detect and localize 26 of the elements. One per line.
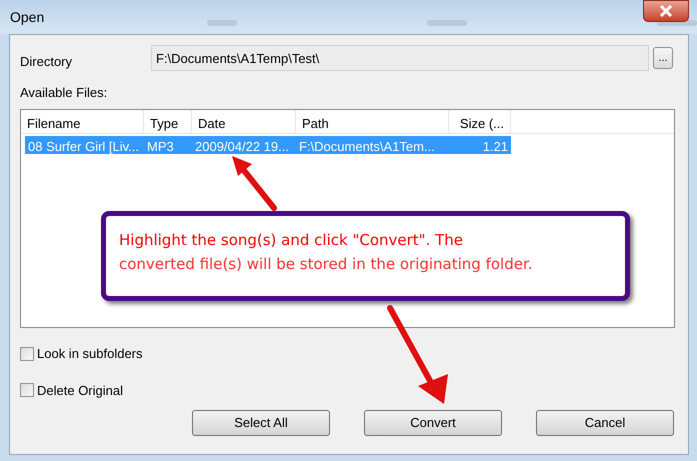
- files-label: Available Files:: [20, 84, 108, 101]
- window-title: Open: [10, 8, 46, 27]
- annotation-text: Highlight the song(s) and click "Convert". The: [119, 230, 464, 251]
- column-header[interactable]: Path: [296, 110, 449, 133]
- dialog-button[interactable]: Convert: [364, 410, 502, 436]
- dialog-button[interactable]: Select All: [192, 410, 330, 436]
- dialog-button[interactable]: Cancel: [536, 410, 674, 436]
- column-header[interactable]: Type: [144, 110, 192, 133]
- checkbox-label: Delete Original: [37, 382, 123, 400]
- table-cell-text: 2009/04/22 19...: [194, 138, 290, 154]
- annotation-text: converted file(s) will be stored in the originating folder.: [119, 254, 534, 275]
- column-header[interactable]: Size (...: [449, 110, 511, 133]
- table-cell-text: 08 Surfer Girl [Liv...: [27, 138, 140, 154]
- browse-button[interactable]: ...: [653, 47, 673, 69]
- table-cell-text: F:\Documents\A1Tem...: [298, 138, 436, 154]
- checkbox[interactable]: [20, 346, 34, 361]
- checkbox-label: Look in subfolders: [37, 345, 143, 363]
- checkbox[interactable]: [20, 383, 34, 398]
- table-cell-text: MP3: [146, 138, 175, 154]
- table-cell-text: 1.21: [482, 138, 509, 154]
- column-header[interactable]: Filename: [21, 110, 144, 133]
- directory-field[interactable]: F:\Documents\A1Temp\Test\: [151, 45, 649, 71]
- close-icon: [659, 5, 673, 17]
- directory-label: Directory: [20, 53, 74, 72]
- close-button[interactable]: [643, 0, 689, 22]
- column-header[interactable]: Date: [192, 110, 296, 133]
